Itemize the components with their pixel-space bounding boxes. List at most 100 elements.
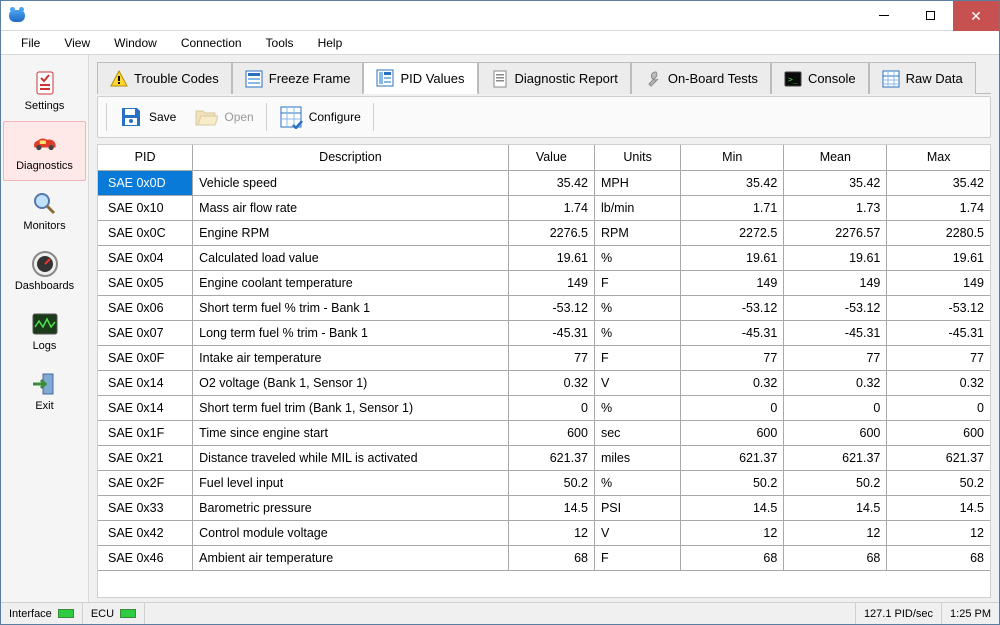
table-row[interactable]: SAE 0x04Calculated load value19.61%19.61…: [98, 245, 990, 270]
table-row[interactable]: SAE 0x0DVehicle speed35.42MPH35.4235.423…: [98, 170, 990, 195]
configure-icon: [279, 105, 303, 129]
configure-button[interactable]: Configure: [271, 101, 369, 133]
menu-window[interactable]: Window: [102, 32, 169, 54]
titlebar: ✕: [1, 1, 999, 31]
cell-value: 19.61: [508, 245, 594, 270]
table-row[interactable]: SAE 0x14Short term fuel trim (Bank 1, Se…: [98, 395, 990, 420]
cell-description: Intake air temperature: [193, 345, 509, 370]
table-row[interactable]: SAE 0x0FIntake air temperature77F777777: [98, 345, 990, 370]
cell-pid: SAE 0x0F: [98, 345, 193, 370]
cell-value: 1.74: [508, 195, 594, 220]
cell-pid: SAE 0x2F: [98, 470, 193, 495]
table-row[interactable]: SAE 0x42Control module voltage12V121212: [98, 520, 990, 545]
sidebar-item-diagnostics[interactable]: Diagnostics: [3, 121, 86, 181]
sidebar-item-logs[interactable]: Logs: [1, 301, 88, 361]
app-icon: [9, 10, 25, 22]
monitors-icon: [31, 190, 59, 218]
tab-onboard-tests[interactable]: On-Board Tests: [631, 62, 771, 94]
sidebar-item-monitors[interactable]: Monitors: [1, 181, 88, 241]
status-time: 1:25 PM: [942, 603, 999, 624]
status-pid-rate: 127.1 PID/sec: [856, 603, 942, 624]
wrench-icon: [644, 70, 662, 88]
col-min[interactable]: Min: [681, 145, 784, 170]
ecu-led-icon: [120, 609, 136, 618]
tab-freeze-frame[interactable]: Freeze Frame: [232, 62, 364, 94]
close-button[interactable]: ✕: [953, 1, 999, 31]
cell-units: lb/min: [594, 195, 680, 220]
menu-help[interactable]: Help: [306, 32, 355, 54]
maximize-button[interactable]: [907, 1, 953, 31]
col-pid[interactable]: PID: [98, 145, 193, 170]
table-row[interactable]: SAE 0x14O2 voltage (Bank 1, Sensor 1)0.3…: [98, 370, 990, 395]
minimize-button[interactable]: [861, 1, 907, 31]
tab-label: Freeze Frame: [269, 71, 351, 86]
col-max[interactable]: Max: [887, 145, 990, 170]
col-description[interactable]: Description: [193, 145, 509, 170]
report-icon: [491, 70, 509, 88]
save-icon: [119, 105, 143, 129]
col-value[interactable]: Value: [508, 145, 594, 170]
cell-description: Mass air flow rate: [193, 195, 509, 220]
settings-icon: [31, 70, 59, 98]
status-label: ECU: [91, 608, 114, 620]
cell-max: 12: [887, 520, 990, 545]
tab-diagnostic-report[interactable]: Diagnostic Report: [478, 62, 631, 94]
col-mean[interactable]: Mean: [784, 145, 887, 170]
cell-pid: SAE 0x06: [98, 295, 193, 320]
cell-mean: 621.37: [784, 445, 887, 470]
menu-file[interactable]: File: [9, 32, 52, 54]
freeze-frame-icon: [245, 70, 263, 88]
menu-connection[interactable]: Connection: [169, 32, 254, 54]
table-row[interactable]: SAE 0x07Long term fuel % trim - Bank 1-4…: [98, 320, 990, 345]
cell-max: -53.12: [887, 295, 990, 320]
cell-description: Ambient air temperature: [193, 545, 509, 570]
cell-mean: 149: [784, 270, 887, 295]
tabbar: Trouble Codes Freeze Frame PID Values Di…: [97, 61, 991, 94]
cell-min: 19.61: [681, 245, 784, 270]
table-row[interactable]: SAE 0x0CEngine RPM2276.5RPM2272.52276.57…: [98, 220, 990, 245]
tab-pid-values[interactable]: PID Values: [363, 62, 477, 94]
table-row[interactable]: SAE 0x33Barometric pressure14.5PSI14.514…: [98, 495, 990, 520]
cell-value: 12: [508, 520, 594, 545]
cell-max: 2280.5: [887, 220, 990, 245]
tab-raw-data[interactable]: Raw Data: [869, 62, 976, 94]
cell-max: 77: [887, 345, 990, 370]
table-row[interactable]: SAE 0x46Ambient air temperature68F686868: [98, 545, 990, 570]
save-button[interactable]: Save: [111, 101, 184, 133]
cell-min: 12: [681, 520, 784, 545]
pid-table-container[interactable]: PID Description Value Units Min Mean Max…: [97, 144, 991, 598]
cell-mean: 1.73: [784, 195, 887, 220]
cell-description: Distance traveled while MIL is activated: [193, 445, 509, 470]
sidebar-label: Settings: [25, 100, 65, 112]
diagnostics-icon: [31, 130, 59, 158]
menu-tools[interactable]: Tools: [254, 32, 306, 54]
cell-units: RPM: [594, 220, 680, 245]
tab-console[interactable]: >_ Console: [771, 62, 869, 94]
menu-view[interactable]: View: [52, 32, 102, 54]
table-row[interactable]: SAE 0x21Distance traveled while MIL is a…: [98, 445, 990, 470]
cell-mean: 50.2: [784, 470, 887, 495]
table-row[interactable]: SAE 0x05Engine coolant temperature149F14…: [98, 270, 990, 295]
table-row[interactable]: SAE 0x2FFuel level input50.2%50.250.250.…: [98, 470, 990, 495]
sidebar-item-exit[interactable]: Exit: [1, 361, 88, 421]
cell-max: 35.42: [887, 170, 990, 195]
table-row[interactable]: SAE 0x06Short term fuel % trim - Bank 1-…: [98, 295, 990, 320]
sidebar-item-dashboards[interactable]: Dashboards: [1, 241, 88, 301]
table-row[interactable]: SAE 0x1FTime since engine start600sec600…: [98, 420, 990, 445]
cell-pid: SAE 0x1F: [98, 420, 193, 445]
open-button[interactable]: Open: [186, 101, 261, 133]
cell-value: 14.5: [508, 495, 594, 520]
table-row[interactable]: SAE 0x10Mass air flow rate1.74lb/min1.71…: [98, 195, 990, 220]
sidebar-label: Monitors: [23, 220, 65, 232]
col-units[interactable]: Units: [594, 145, 680, 170]
console-icon: >_: [784, 70, 802, 88]
tab-trouble-codes[interactable]: Trouble Codes: [97, 62, 232, 94]
cell-description: Vehicle speed: [193, 170, 509, 195]
cell-min: 68: [681, 545, 784, 570]
cell-value: 149: [508, 270, 594, 295]
cell-pid: SAE 0x33: [98, 495, 193, 520]
cell-pid: SAE 0x0D: [98, 170, 193, 195]
sidebar-item-settings[interactable]: Settings: [1, 61, 88, 121]
cell-value: 0: [508, 395, 594, 420]
cell-max: 1.74: [887, 195, 990, 220]
